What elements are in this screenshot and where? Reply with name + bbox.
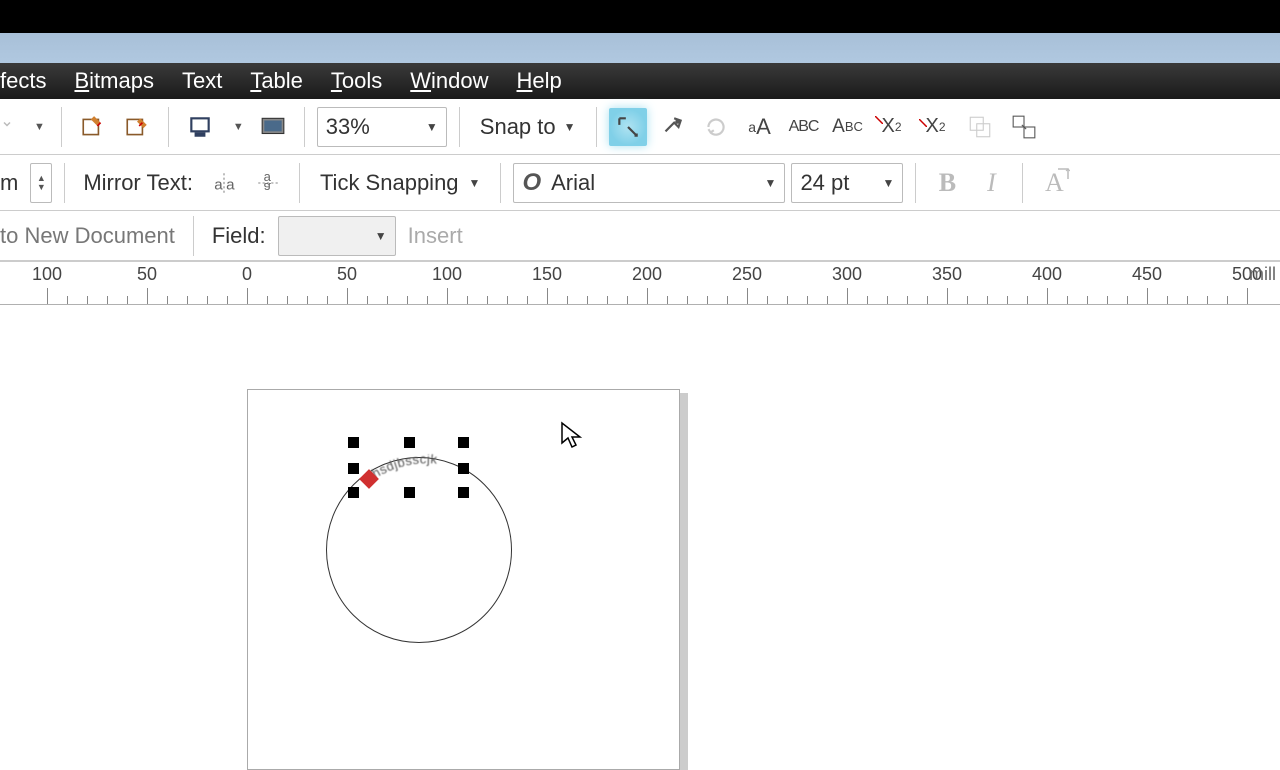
zoom-value: 33% bbox=[326, 114, 370, 140]
selection-handle[interactable] bbox=[458, 437, 469, 448]
superscript-icon[interactable]: X2 bbox=[917, 108, 955, 146]
selection-handle[interactable] bbox=[458, 463, 469, 474]
page-shadow bbox=[680, 393, 688, 770]
menu-tools[interactable]: Tools bbox=[317, 64, 396, 98]
offset-label: m bbox=[0, 170, 24, 196]
selection-handle[interactable] bbox=[348, 437, 359, 448]
svg-text:a: a bbox=[214, 176, 223, 193]
export-icon[interactable] bbox=[118, 108, 156, 146]
offset-spinner[interactable]: ▲▼ bbox=[30, 163, 52, 203]
menu-table[interactable]: Table bbox=[236, 64, 317, 98]
font-glyph-icon: O bbox=[522, 169, 541, 197]
selection-handle[interactable] bbox=[348, 463, 359, 474]
menu-bar: fects Bitmaps Text Table Tools Window He… bbox=[0, 63, 1280, 99]
launch-icon[interactable] bbox=[653, 108, 691, 146]
tick-label: Tick Snapping bbox=[320, 170, 459, 196]
ruler-number: 200 bbox=[632, 264, 662, 285]
ruler-number: 50 bbox=[337, 264, 357, 285]
ruler-number: 250 bbox=[732, 264, 762, 285]
property-bar: m ▲▼ Mirror Text: aa aa Tick Snapping ▼ … bbox=[0, 155, 1280, 211]
ruler-number: 150 bbox=[532, 264, 562, 285]
ruler-number: 400 bbox=[1032, 264, 1062, 285]
mirror-text-label: Mirror Text: bbox=[77, 170, 199, 196]
bold-button[interactable]: B bbox=[928, 164, 966, 202]
horizontal-ruler[interactable]: 10050050100150200250300350400450500 mill bbox=[0, 261, 1280, 305]
chevron-down-icon: ▼ bbox=[564, 120, 576, 134]
snap-label: Snap to bbox=[480, 114, 556, 140]
text-case-icon[interactable]: aA bbox=[741, 108, 779, 146]
field-combo[interactable]: ▼ bbox=[278, 216, 396, 256]
ungroup-icon[interactable] bbox=[1005, 108, 1043, 146]
menu-window[interactable]: Window bbox=[396, 64, 502, 98]
refresh-icon[interactable] bbox=[697, 108, 735, 146]
font-family-combo[interactable]: O Arial ▼ bbox=[513, 163, 785, 203]
menu-text[interactable]: Text bbox=[168, 64, 236, 98]
paste-dropdown-icon[interactable] bbox=[0, 108, 20, 146]
selection-handle[interactable] bbox=[458, 487, 469, 498]
chevron-down-icon: ▼ bbox=[375, 229, 387, 243]
chevron-down-icon: ▼ bbox=[883, 176, 895, 190]
publish-pdf-icon[interactable] bbox=[181, 108, 219, 146]
chevron-down-icon: ▼ bbox=[469, 176, 481, 190]
font-size-value: 24 pt bbox=[800, 170, 849, 196]
all-caps-icon[interactable]: ABC bbox=[785, 108, 823, 146]
menu-effects[interactable]: fects bbox=[0, 64, 60, 98]
ruler-number: 0 bbox=[242, 264, 252, 285]
menu-help[interactable]: Help bbox=[503, 64, 576, 98]
mirror-horizontal-icon[interactable]: aa bbox=[205, 164, 243, 202]
chevron-down-icon: ▼ bbox=[765, 176, 777, 190]
options-icon[interactable] bbox=[609, 108, 647, 146]
chevron-down-icon: ▼ bbox=[426, 120, 438, 134]
ruler-number: 300 bbox=[832, 264, 862, 285]
field-label: Field: bbox=[206, 223, 272, 249]
selection-handle[interactable] bbox=[404, 487, 415, 498]
macro-toolbar: to New Document Field: ▼ Insert bbox=[0, 211, 1280, 261]
to-new-doc-label[interactable]: to New Document bbox=[0, 223, 181, 249]
insert-button[interactable]: Insert bbox=[402, 223, 469, 249]
ruler-number: 100 bbox=[32, 264, 62, 285]
mirror-vertical-icon[interactable]: aa bbox=[249, 164, 287, 202]
ruler-number: 50 bbox=[137, 264, 157, 285]
subscript-icon[interactable]: X2 bbox=[873, 108, 911, 146]
ruler-number: 100 bbox=[432, 264, 462, 285]
snap-to-combo[interactable]: Snap to ▼ bbox=[472, 107, 584, 147]
import-icon[interactable] bbox=[74, 108, 112, 146]
menu-bitmaps[interactable]: Bitmaps bbox=[60, 64, 167, 98]
selection-handle[interactable] bbox=[348, 487, 359, 498]
chevron-down-icon[interactable]: ▼ bbox=[30, 121, 49, 133]
italic-button[interactable]: I bbox=[972, 164, 1010, 202]
window-titlebar-fragment bbox=[0, 33, 1280, 63]
text-style-icon[interactable]: A bbox=[1035, 164, 1073, 202]
font-size-combo[interactable]: 24 pt ▼ bbox=[791, 163, 903, 203]
letterbox-top bbox=[0, 0, 1280, 33]
small-caps-icon[interactable]: ABC bbox=[829, 108, 867, 146]
group-icon bbox=[961, 108, 999, 146]
ruler-number: 350 bbox=[932, 264, 962, 285]
fullscreen-preview-icon[interactable] bbox=[254, 108, 292, 146]
chevron-down-icon[interactable]: ▼ bbox=[229, 121, 248, 133]
svg-text:a: a bbox=[264, 180, 272, 195]
svg-text:a: a bbox=[226, 176, 235, 193]
ruler-unit: mill bbox=[1249, 264, 1276, 285]
selection-handle[interactable] bbox=[404, 437, 415, 448]
standard-toolbar: ▼ ▼ 33% ▼ Snap to ▼ aA ABC ABC X2 X2 bbox=[0, 99, 1280, 155]
ruler-number: 450 bbox=[1132, 264, 1162, 285]
drawing-canvas[interactable]: ahsdjbsscjk bbox=[0, 305, 1280, 770]
tick-snapping-combo[interactable]: Tick Snapping ▼ bbox=[312, 163, 489, 203]
font-name: Arial bbox=[551, 170, 595, 196]
zoom-level-combo[interactable]: 33% ▼ bbox=[317, 107, 447, 147]
